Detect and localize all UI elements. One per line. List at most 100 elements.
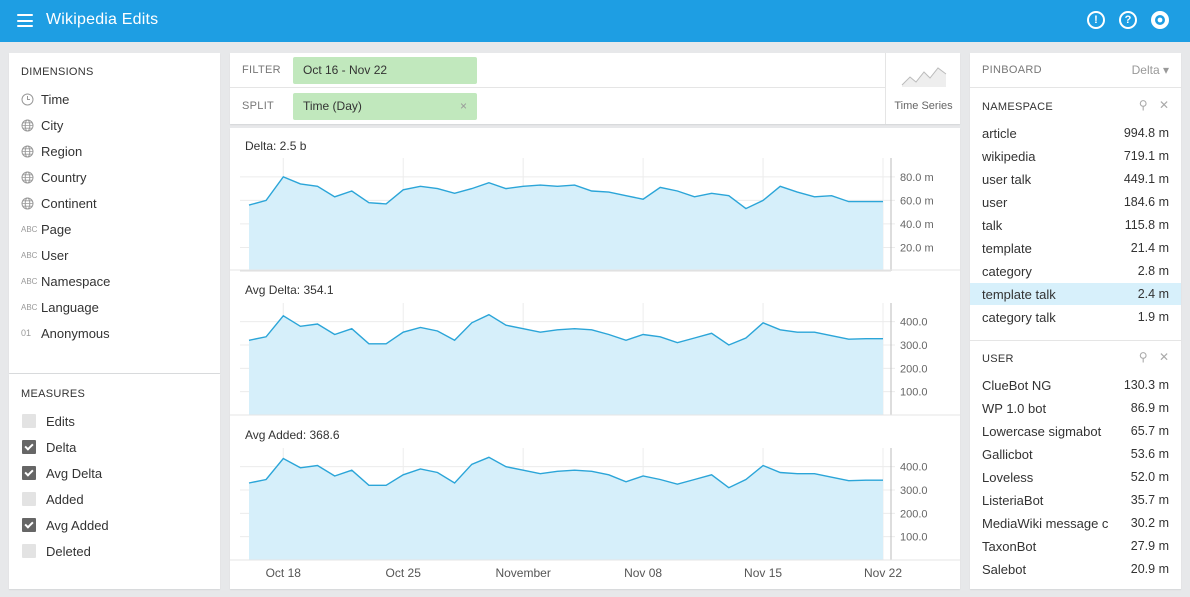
pinboard-row[interactable]: MediaWiki message c 30.2 m (982, 512, 1169, 534)
close-icon[interactable]: ✕ (1159, 350, 1169, 364)
pinboard-row[interactable]: Salebot 20.9 m (982, 558, 1169, 580)
dimension-item[interactable]: ABC User (21, 246, 68, 264)
x-tick-label: Nov 08 (624, 566, 662, 580)
pinboard-row-label: user talk (982, 171, 1032, 187)
dimension-item[interactable]: 01 Anonymous (21, 324, 110, 342)
checkbox[interactable] (22, 544, 36, 558)
pinboard-row-value: 719.1 m (1123, 149, 1169, 163)
pinboard-title: PINBOARD (982, 64, 1042, 76)
pinboard-row-value: 449.1 m (1123, 172, 1169, 186)
y-tick-label: 20.0 m (900, 242, 934, 254)
y-tick-label: 400.0 (900, 462, 928, 474)
dimension-item[interactable]: Region (21, 142, 82, 160)
pinboard-row[interactable]: user talk 449.1 m (982, 168, 1169, 190)
y-tick-label: 60.0 m (900, 195, 934, 207)
checkbox[interactable] (22, 466, 36, 480)
pinboard-row[interactable]: talk 115.8 m (982, 214, 1169, 236)
split-pill[interactable]: Time (Day) × (293, 93, 477, 120)
dimension-label: Time (41, 91, 70, 107)
pinboard-row-label: template (982, 240, 1032, 256)
pinboard-row-value: 65.7 m (1130, 424, 1169, 438)
measure-label: Edits (46, 413, 75, 429)
pinboard-sort-dropdown[interactable]: Delta ▾ (1132, 63, 1169, 77)
checkbox[interactable] (22, 440, 36, 454)
x-tick-label: Nov 15 (744, 566, 782, 580)
measure-item[interactable]: Deleted (21, 542, 91, 560)
pinboard-row-value: 35.7 m (1130, 493, 1169, 507)
measures-title: MEASURES (21, 388, 86, 400)
menu-icon[interactable] (17, 14, 33, 27)
dimensions-title: DIMENSIONS (21, 66, 94, 78)
top-bar: Wikipedia Edits ! ? (0, 0, 1190, 42)
visualization-selector[interactable]: Time Series (885, 53, 960, 124)
y-tick-label: 40.0 m (900, 219, 934, 231)
pinboard-row-label: TaxonBot (982, 538, 1037, 554)
app-title: Wikipedia Edits (46, 11, 159, 28)
info-icon[interactable]: ! (1087, 11, 1105, 29)
pinboard-row[interactable]: article 994.8 m (982, 122, 1169, 144)
pinboard-row-label: ListeriaBot (982, 492, 1044, 508)
pinboard-row[interactable]: user 184.6 m (982, 191, 1169, 213)
pinboard-row[interactable]: TaxonBot 27.9 m (982, 535, 1169, 557)
time-series-charts[interactable]: 80.0 m 60.0 m 40.0 m 20.0 m 400.0 300.0 200.0 1… (230, 128, 960, 589)
remove-split-icon[interactable]: × (460, 99, 467, 113)
filter-pill[interactable]: Oct 16 - Nov 22 (293, 57, 477, 84)
pinboard-row-value: 1.9 m (1137, 310, 1169, 324)
y-tick-label: 100.0 (900, 532, 928, 544)
pinboard-row-label: ClueBot NG (982, 377, 1052, 393)
pinboard-sort-value: Delta (1131, 63, 1160, 77)
split-label: SPLIT (242, 100, 275, 112)
measure-item[interactable]: Avg Delta (21, 464, 102, 482)
checkbox[interactable] (22, 414, 36, 428)
dimension-item[interactable]: ABC Namespace (21, 272, 110, 290)
github-icon[interactable] (1151, 11, 1169, 29)
pinboard-row[interactable]: Lowercase sigmabot 65.7 m (982, 420, 1169, 442)
pinboard-row[interactable]: ListeriaBot 35.7 m (982, 489, 1169, 511)
dimension-item[interactable]: City (21, 116, 63, 134)
y-tick-label: 400.0 (900, 317, 928, 329)
search-icon[interactable]: ⚲ (1139, 98, 1148, 112)
pinboard-row-label: Salebot (982, 561, 1027, 577)
dimension-item[interactable]: Continent (21, 194, 97, 212)
pinboard-row[interactable]: wikipedia 719.1 m (982, 145, 1169, 167)
pinboard-row-label: category talk (982, 309, 1056, 325)
measure-item[interactable]: Delta (21, 438, 76, 456)
pinboard-row[interactable]: category 2.8 m (982, 260, 1169, 282)
pinboard-row[interactable]: template talk 2.4 m (970, 283, 1181, 305)
split-value: Time (Day) (303, 99, 362, 113)
pinboard-row[interactable]: template 21.4 m (982, 237, 1169, 259)
y-tick-label: 300.0 (900, 485, 928, 497)
dimension-item[interactable]: ABC Page (21, 220, 71, 238)
dimensions-panel: DIMENSIONS Time City Region Country Continen… (9, 53, 220, 373)
dimension-item[interactable]: Country (21, 168, 87, 186)
pinboard-row-value: 53.6 m (1130, 447, 1169, 461)
help-icon[interactable]: ? (1119, 11, 1137, 29)
measure-label: Avg Delta (46, 465, 103, 481)
pinboard-row[interactable]: ClueBot NG 130.3 m (982, 374, 1169, 396)
search-icon[interactable]: ⚲ (1139, 350, 1148, 364)
dimension-item[interactable]: Time (21, 90, 69, 108)
measure-item[interactable]: Added (21, 490, 84, 508)
close-icon[interactable]: ✕ (1159, 98, 1169, 112)
pinboard-row[interactable]: Gallicbot 53.6 m (982, 443, 1169, 465)
filter-value: Oct 16 - Nov 22 (303, 63, 388, 77)
pinboard-row[interactable]: category talk 1.9 m (982, 306, 1169, 328)
pinboard-row-value: 994.8 m (1123, 126, 1169, 140)
dimension-item[interactable]: ABC Language (21, 298, 99, 316)
pinboard-row-label: article (982, 125, 1017, 141)
measure-item[interactable]: Avg Added (21, 516, 109, 534)
pinboard-row[interactable]: Loveless 52.0 m (982, 466, 1169, 488)
chevron-down-icon: ▾ (1162, 63, 1169, 77)
dimension-label: User (41, 247, 69, 263)
checkbox[interactable] (22, 492, 36, 506)
checkbox[interactable] (22, 518, 36, 532)
filter-row: FILTER Oct 16 - Nov 22 (230, 53, 885, 88)
clock-icon (21, 93, 41, 106)
x-tick-label: Oct 25 (386, 566, 422, 580)
pinboard-row-label: Loveless (982, 469, 1034, 485)
dimension-label: Page (41, 221, 72, 237)
pinboard-row[interactable]: WP 1.0 bot 86.9 m (982, 397, 1169, 419)
dimension-label: City (41, 117, 64, 133)
dimension-label: Language (41, 299, 99, 315)
measure-item[interactable]: Edits (21, 412, 75, 430)
